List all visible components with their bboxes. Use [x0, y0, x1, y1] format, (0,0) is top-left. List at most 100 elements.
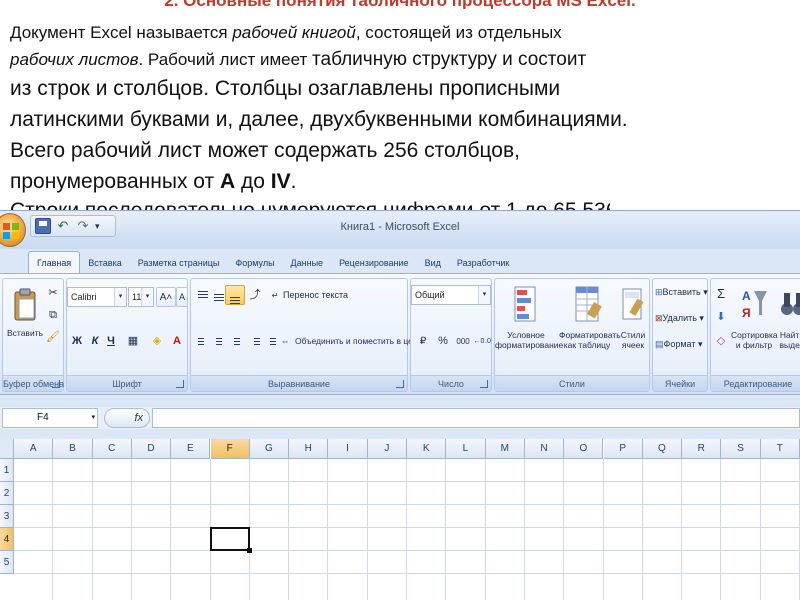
- column-header-g[interactable]: G: [249, 439, 290, 459]
- formula-bar: F4 ▾ fx: [0, 407, 800, 429]
- column-header-e[interactable]: E: [171, 439, 211, 459]
- font-name-combo[interactable]: Calibri ▾: [67, 287, 127, 307]
- cell-styles-button[interactable]: Стили ячеек: [617, 285, 649, 350]
- chevron-down-icon: ▾: [114, 288, 126, 306]
- column-header-l[interactable]: L: [446, 439, 486, 459]
- conditional-formatting-button[interactable]: Условное форматирование: [495, 285, 563, 350]
- tab-page-layout[interactable]: Разметка страницы: [130, 253, 228, 273]
- row-header-5[interactable]: 5: [0, 551, 14, 574]
- column-header-i[interactable]: I: [328, 439, 368, 459]
- column-header-j[interactable]: J: [367, 439, 407, 459]
- delete-cells-icon: ⊠: [655, 313, 663, 323]
- column-header-m[interactable]: M: [485, 439, 525, 459]
- shrink-font-icon[interactable]: A: [176, 287, 188, 307]
- fill-icon[interactable]: ⬇: [711, 307, 731, 327]
- clear-icon[interactable]: ◇: [711, 331, 731, 351]
- merge-center-icon[interactable]: ⇔: [275, 331, 295, 351]
- group-label-font: Шрифт: [67, 375, 187, 391]
- bold-button[interactable]: Ж: [67, 331, 87, 351]
- column-header-c[interactable]: C: [92, 439, 132, 459]
- formula-input[interactable]: [152, 408, 800, 428]
- font-launcher-icon[interactable]: [176, 380, 184, 388]
- format-as-table-button[interactable]: Форматировать как таблицу: [559, 285, 621, 350]
- column-header-q[interactable]: Q: [642, 439, 683, 459]
- underline-button[interactable]: Ч: [101, 331, 121, 351]
- cut-icon[interactable]: ✂: [43, 283, 63, 303]
- column-header-r[interactable]: R: [682, 439, 722, 459]
- copy-icon[interactable]: ⧉: [43, 305, 63, 325]
- clipboard-launcher-icon[interactable]: [52, 380, 60, 388]
- column-header-n[interactable]: N: [524, 439, 565, 459]
- alignment-launcher-icon[interactable]: [396, 380, 404, 388]
- find-label-2: выдел: [779, 340, 800, 350]
- align-right-icon[interactable]: [225, 331, 245, 351]
- tab-data[interactable]: Данные: [283, 253, 332, 273]
- text-line-7-cut: Строки последовательно нумеруются цифрам…: [10, 200, 610, 210]
- group-cells: ⊞Вставить ▾ ⊠Удалить ▾ ▤Формат ▾ Ячейки: [652, 278, 708, 392]
- wrap-text-button[interactable]: Перенос текста: [283, 288, 348, 302]
- column-header-f[interactable]: F: [210, 439, 250, 459]
- column-header-t[interactable]: T: [760, 439, 800, 459]
- find-select-button[interactable]: Найти выдел: [777, 285, 800, 350]
- binoculars-icon: [781, 293, 800, 315]
- sort-filter-button[interactable]: А Я Сортировка и фильтр: [731, 285, 778, 350]
- tab-home[interactable]: Главная: [28, 251, 81, 273]
- column-header-k[interactable]: K: [407, 439, 447, 459]
- fill-color-icon[interactable]: ◈: [147, 331, 167, 351]
- column-header-a[interactable]: A: [14, 439, 54, 459]
- worksheet-grid[interactable]: ABCDEFGHIJKLMNOPQRST 12345: [0, 439, 800, 600]
- number-format-combo[interactable]: Общий ▾: [411, 285, 491, 305]
- insert-cells-button[interactable]: ⊞Вставить ▾: [655, 285, 708, 299]
- column-header-o[interactable]: O: [564, 439, 604, 459]
- align-bottom-icon[interactable]: [225, 285, 245, 305]
- borders-icon[interactable]: ▦: [123, 331, 143, 351]
- decrease-decimal-icon[interactable]: .0: [483, 331, 493, 351]
- column-header-d[interactable]: D: [131, 439, 172, 459]
- row-header-4[interactable]: 4: [0, 528, 14, 551]
- svg-text:А: А: [742, 289, 751, 303]
- insert-function-button[interactable]: fx: [134, 409, 143, 427]
- tab-formulas[interactable]: Формулы: [227, 253, 282, 273]
- column-header-b[interactable]: B: [53, 439, 93, 459]
- column-header-h[interactable]: H: [289, 439, 329, 459]
- tab-view[interactable]: Вид: [417, 253, 449, 273]
- column-header-s[interactable]: S: [721, 439, 761, 459]
- paste-icon: [14, 288, 36, 321]
- grow-font-icon[interactable]: A˄: [156, 287, 176, 307]
- active-cell[interactable]: [209, 527, 250, 551]
- font-color-icon[interactable]: A: [167, 331, 187, 351]
- group-number: Общий ▾ ₽ % 000 ←0 .0 Число: [410, 278, 492, 392]
- number-launcher-icon[interactable]: [480, 380, 488, 388]
- tab-insert[interactable]: Вставка: [80, 253, 129, 273]
- grid-line: [14, 550, 800, 551]
- grid-line: [14, 573, 800, 574]
- text-line-3: из строк и столбцов. Столбцы озаглавлены…: [10, 77, 561, 100]
- format-table-label-2: как таблицу: [563, 340, 611, 350]
- row-header-3[interactable]: 3: [0, 505, 14, 528]
- select-all-corner[interactable]: [0, 439, 14, 459]
- group-label-styles: Стили: [495, 375, 649, 391]
- format-painter-icon[interactable]: 🖌: [43, 327, 63, 347]
- currency-icon[interactable]: ₽: [413, 331, 433, 351]
- autosum-icon[interactable]: Σ: [711, 283, 731, 303]
- row-header-1[interactable]: 1: [0, 459, 14, 482]
- cell-styles-label-2: ячеек: [621, 340, 645, 350]
- format-cells-button[interactable]: ▤Формат ▾: [655, 337, 703, 351]
- orientation-icon[interactable]: ⤴: [245, 285, 265, 305]
- format-as-table-icon: [575, 286, 602, 322]
- format-cells-icon: ▤: [655, 339, 664, 349]
- tab-developer[interactable]: Разработчик: [449, 253, 517, 273]
- delete-cells-button[interactable]: ⊠Удалить ▾: [655, 311, 704, 325]
- row-header-2[interactable]: 2: [0, 482, 14, 505]
- fill-handle[interactable]: [246, 548, 252, 553]
- percent-icon[interactable]: %: [433, 331, 453, 351]
- name-box[interactable]: F4 ▾: [2, 408, 98, 428]
- tab-review[interactable]: Рецензирование: [331, 253, 417, 273]
- sort-filter-label-1: Сортировка: [731, 330, 778, 340]
- font-size-combo[interactable]: 11 ▾: [128, 287, 154, 307]
- group-editing: Σ ⬇ ◇ А Я Сортировка и фильтр Найти выде…: [710, 278, 800, 392]
- column-header-p[interactable]: P: [603, 439, 643, 459]
- paste-button[interactable]: Вставить: [5, 287, 45, 338]
- grid-line: [14, 481, 800, 482]
- wrap-text-icon[interactable]: ↵: [265, 285, 285, 305]
